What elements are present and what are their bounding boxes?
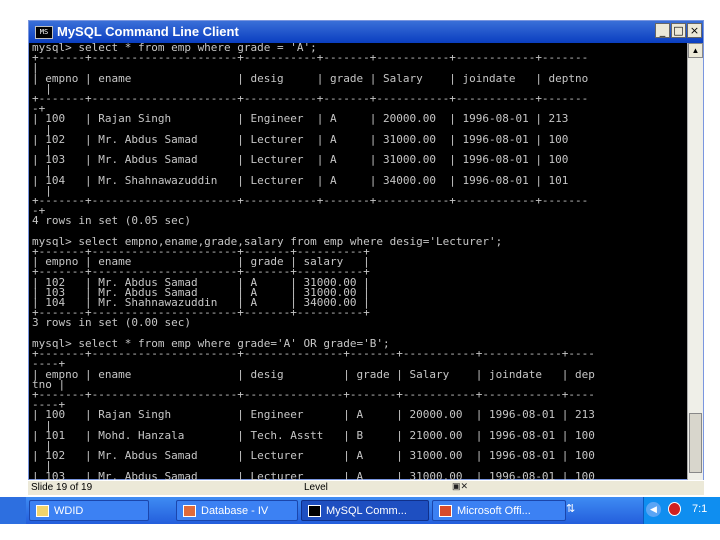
level-label: Level: [304, 482, 328, 493]
clock[interactable]: 7:1: [692, 503, 707, 515]
vertical-scrollbar[interactable]: ▲: [687, 43, 703, 480]
console-icon: [308, 505, 321, 517]
taskbar-item-office[interactable]: Microsoft Offi...: [432, 500, 566, 521]
taskbar: WDID Database - IV MySQL Comm... Microso…: [26, 497, 720, 524]
office-icon: [439, 505, 452, 517]
folder-icon: [36, 505, 49, 517]
close-button[interactable]: ×: [687, 23, 702, 38]
network-icon[interactable]: ⇅: [566, 502, 575, 515]
minimize-button[interactable]: _: [655, 23, 670, 38]
taskbar-item-database[interactable]: Database - IV: [176, 500, 298, 521]
console-line: | 102 | Mr. Abdus Samad | Lecturer | A |…: [32, 132, 569, 146]
console-line: +-------+----------------------+--------…: [32, 347, 595, 361]
presentation-icon: [183, 505, 196, 517]
window-title: MySQL Command Line Client: [57, 24, 239, 39]
console-line: +-------+----------------------+--------…: [32, 51, 589, 65]
console-line: +-------+----------------------+--------…: [32, 387, 595, 401]
console-line: +-------+----------------------+--------…: [32, 92, 589, 106]
taskbar-item-label: WDID: [54, 505, 84, 517]
system-tray: ◀ 7:1: [643, 497, 720, 524]
scroll-up-arrow-icon[interactable]: ▲: [688, 43, 703, 58]
powerpoint-statusbar: Slide 19 of 19 Level ▣✕: [28, 481, 704, 495]
window-titlebar[interactable]: MS MySQL Command Line Client _ □ ×: [29, 21, 703, 43]
spellcheck-icon[interactable]: ▣✕: [452, 481, 472, 493]
slide-counter: Slide 19 of 19: [31, 482, 93, 493]
console-output[interactable]: mysql> select * from emp where grade = '…: [29, 43, 687, 480]
console-line: | 100 | Rajan Singh | Engineer | A | 200…: [32, 408, 595, 422]
taskbar-item-label: MySQL Comm...: [326, 505, 407, 517]
mysql-app-icon: MS: [35, 26, 53, 39]
console-text: mysql> select * from emp where grade = '…: [29, 43, 687, 480]
maximize-button[interactable]: □: [671, 23, 686, 38]
console-line: | empno | ename | desig | grade | Salary…: [32, 71, 589, 85]
mysql-console-window[interactable]: MS MySQL Command Line Client _ □ × mysql…: [28, 20, 704, 480]
show-hidden-icons-icon[interactable]: ◀: [646, 502, 661, 517]
console-line: 3 rows in set (0.00 sec): [32, 316, 191, 330]
console-line: +-------+----------------------+--------…: [32, 194, 589, 208]
scroll-thumb[interactable]: [689, 413, 702, 473]
start-area[interactable]: [0, 497, 26, 524]
console-line: | 102 | Mr. Abdus Samad | Lecturer | A |…: [32, 449, 595, 463]
console-line: | empno | ename | desig | grade | Salary…: [32, 367, 595, 381]
taskbar-item-wdid[interactable]: WDID: [29, 500, 149, 521]
console-line: | 103 | Mr. Abdus Samad | Lecturer | A |…: [32, 153, 569, 167]
console-line: | 103 | Mr. Abdus Samad | Lecturer | A |…: [32, 469, 595, 480]
taskbar-item-label: Database - IV: [201, 505, 269, 517]
console-line: | 104 | Mr. Shahnawazuddin | Lecturer | …: [32, 173, 569, 187]
console-line: | 100 | Rajan Singh | Engineer | A | 200…: [32, 112, 569, 126]
security-shield-icon[interactable]: [668, 502, 681, 516]
console-line: 4 rows in set (0.05 sec): [32, 214, 191, 228]
taskbar-item-mysql[interactable]: MySQL Comm...: [301, 500, 429, 521]
taskbar-item-label: Microsoft Offi...: [457, 505, 531, 517]
console-line: | 101 | Mohd. Hanzala | Tech. Asstt | B …: [32, 428, 595, 442]
